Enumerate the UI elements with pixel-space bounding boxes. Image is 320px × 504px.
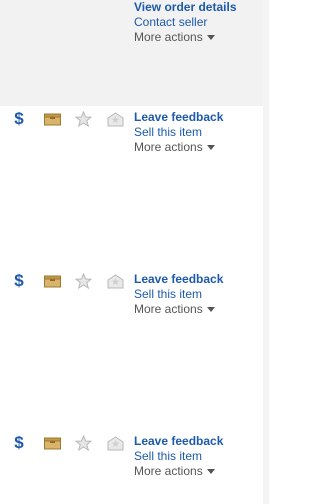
order-status-icons: $ — [0, 110, 128, 132]
caret-down-icon — [206, 307, 215, 313]
order-status-icons: $ — [0, 272, 128, 294]
leave-feedback-link[interactable]: Leave feedback — [134, 434, 262, 449]
package-icon — [43, 110, 61, 128]
order-actions-3: Leave feedback Sell this item More actio… — [134, 434, 262, 479]
star-icon — [74, 434, 92, 452]
star-icon — [74, 272, 92, 290]
more-actions-dropdown[interactable]: More actions — [134, 464, 262, 479]
package-icon — [43, 434, 61, 452]
view-order-details-link[interactable]: View order details — [134, 0, 262, 15]
sell-this-item-link[interactable]: Sell this item — [134, 449, 262, 464]
envelope-star-icon — [106, 434, 124, 452]
order-actions-2: Leave feedback Sell this item More actio… — [134, 272, 262, 317]
sell-this-item-link[interactable]: Sell this item — [134, 287, 262, 302]
leave-feedback-link[interactable]: Leave feedback — [134, 272, 262, 287]
sell-this-item-link[interactable]: Sell this item — [134, 125, 262, 140]
caret-down-icon — [206, 145, 215, 151]
more-actions-dropdown[interactable]: More actions — [134, 30, 262, 45]
leave-feedback-link[interactable]: Leave feedback — [134, 110, 262, 125]
star-icon — [74, 110, 92, 128]
order-actions-1: Leave feedback Sell this item More actio… — [134, 110, 262, 155]
dollar-icon: $ — [14, 271, 24, 290]
dollar-icon: $ — [14, 433, 24, 452]
more-actions-dropdown[interactable]: More actions — [134, 302, 262, 317]
order-status-icons: $ — [0, 434, 128, 456]
order-actions-top: View order details Contact seller More a… — [134, 0, 262, 45]
package-icon — [43, 272, 61, 290]
more-actions-dropdown[interactable]: More actions — [134, 140, 262, 155]
dollar-icon: $ — [14, 109, 24, 128]
caret-down-icon — [206, 469, 215, 475]
envelope-star-icon — [106, 110, 124, 128]
envelope-star-icon — [106, 272, 124, 290]
right-scroll-edge — [263, 0, 269, 504]
caret-down-icon — [206, 35, 215, 41]
contact-seller-link[interactable]: Contact seller — [134, 15, 262, 30]
